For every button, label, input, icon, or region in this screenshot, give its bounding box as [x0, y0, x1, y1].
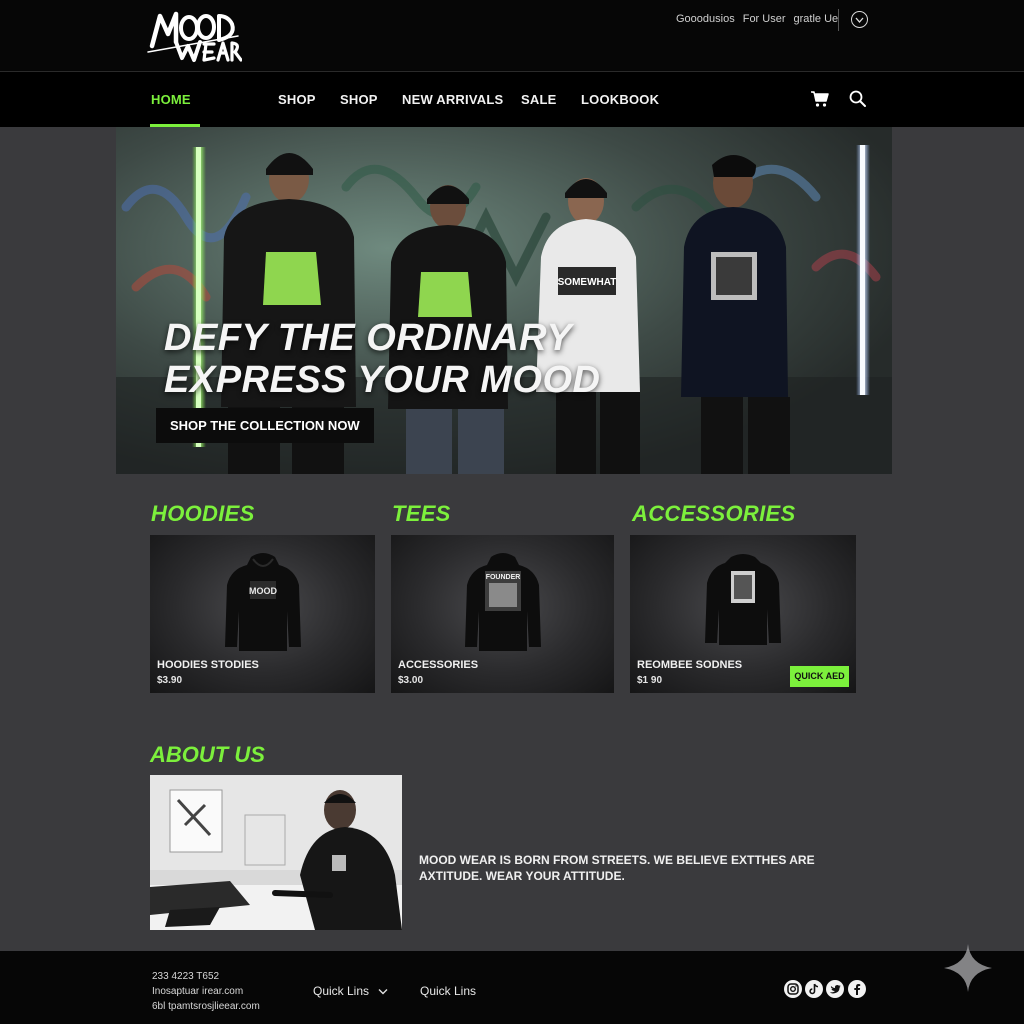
- product-print-text: MOOD: [249, 586, 277, 596]
- category-title-accessories[interactable]: ACCESSORIES: [632, 501, 795, 527]
- footer-phone[interactable]: 233 4223 T652: [152, 969, 260, 984]
- nav-new-arrivals[interactable]: NEW ARRIVALS: [402, 92, 503, 107]
- utility-divider: [838, 9, 839, 31]
- footer-email-2[interactable]: 6bl tpamtsrosjlieear.com: [152, 999, 260, 1014]
- quick-links-label: Quick Lins: [313, 984, 370, 998]
- about-photo: [150, 775, 402, 930]
- utility-link-1[interactable]: Gooodusios: [676, 13, 735, 25]
- footer-email-1[interactable]: Inosaptuar irear.com: [152, 984, 260, 999]
- sparkle-icon: [944, 944, 992, 992]
- nav-sale[interactable]: SALE: [521, 92, 556, 107]
- shop-collection-button[interactable]: SHOP THE COLLECTION NOW: [156, 408, 374, 443]
- hero-banner: SOMEWHAT DEFY THE ORDINARY EXPRESS YOUR …: [116, 127, 892, 474]
- nav-lookbook[interactable]: LOOKBOOK: [581, 92, 659, 107]
- tiktok-icon[interactable]: [805, 980, 823, 998]
- product-image: MOOD: [224, 553, 301, 651]
- account-icon[interactable]: [851, 11, 868, 28]
- facebook-icon[interactable]: [848, 980, 866, 998]
- about-title: ABOUT US: [150, 742, 265, 767]
- utility-link-2[interactable]: For User: [743, 13, 786, 25]
- category-title-hoodies[interactable]: HOODIES: [151, 501, 255, 527]
- search-icon[interactable]: [848, 89, 868, 109]
- quick-links-dropdown[interactable]: Quick Lins: [313, 984, 388, 998]
- product-name: REOMBEE SODNES: [637, 659, 743, 671]
- twitter-icon[interactable]: [826, 980, 844, 998]
- chevron-down-icon: [378, 989, 388, 995]
- hero-headline: DEFY THE ORDINARY EXPRESS YOUR MOOD: [164, 317, 600, 401]
- product-card-accessories[interactable]: REOMBEE SODNES $1 90 QUICK AED: [630, 535, 856, 693]
- product-name: HOODIES STODIES: [157, 659, 259, 671]
- nav-home[interactable]: HOME: [151, 92, 191, 107]
- cart-icon[interactable]: [810, 89, 830, 109]
- footer: 233 4223 T652 Inosaptuar irear.com 6bl t…: [0, 951, 1024, 1024]
- product-price: $3.90: [157, 675, 183, 686]
- brand-logo[interactable]: [146, 6, 243, 64]
- hero-headline-line-2: EXPRESS YOUR MOOD: [164, 359, 601, 401]
- product-name: ACCESSORIES: [398, 659, 479, 671]
- utility-links: Gooodusios For User gratle Ue: [676, 13, 838, 25]
- hoodie-print-text: SOMEWHAT: [558, 277, 617, 288]
- product-price: $1 90: [637, 675, 663, 686]
- product-image: [705, 554, 781, 645]
- quick-add-button[interactable]: QUICK AED: [790, 666, 849, 687]
- nav-shop[interactable]: SHOP: [278, 92, 316, 107]
- product-card-hoodie[interactable]: MOOD HOODIES STODIES $3.90: [150, 535, 375, 693]
- nav-shop-2[interactable]: SHOP: [340, 92, 378, 107]
- utility-link-3[interactable]: gratle Ue: [794, 13, 839, 25]
- product-card-tee[interactable]: FOUNDER ACCESSORIES $3.00: [391, 535, 614, 693]
- product-image: FOUNDER: [464, 553, 541, 651]
- footer-contact: 233 4223 T652 Inosaptuar irear.com 6bl t…: [152, 969, 260, 1014]
- top-utility-bar: Gooodusios For User gratle Ue: [0, 0, 1024, 72]
- instagram-icon[interactable]: [784, 980, 802, 998]
- product-price: $3.00: [398, 675, 424, 686]
- about-description: MOOD WEAR IS BORN FROM STREETS. WE BELIE…: [419, 853, 815, 883]
- main-navigation: HOME SHOP SHOP NEW ARRIVALS SALE LOOKBOO…: [0, 72, 1024, 127]
- category-title-tees[interactable]: TEES: [392, 501, 451, 527]
- quick-links-link[interactable]: Quick Lins: [420, 984, 476, 998]
- hero-headline-line-1: DEFY THE ORDINARY: [164, 317, 573, 359]
- product-print-text: FOUNDER: [485, 574, 520, 581]
